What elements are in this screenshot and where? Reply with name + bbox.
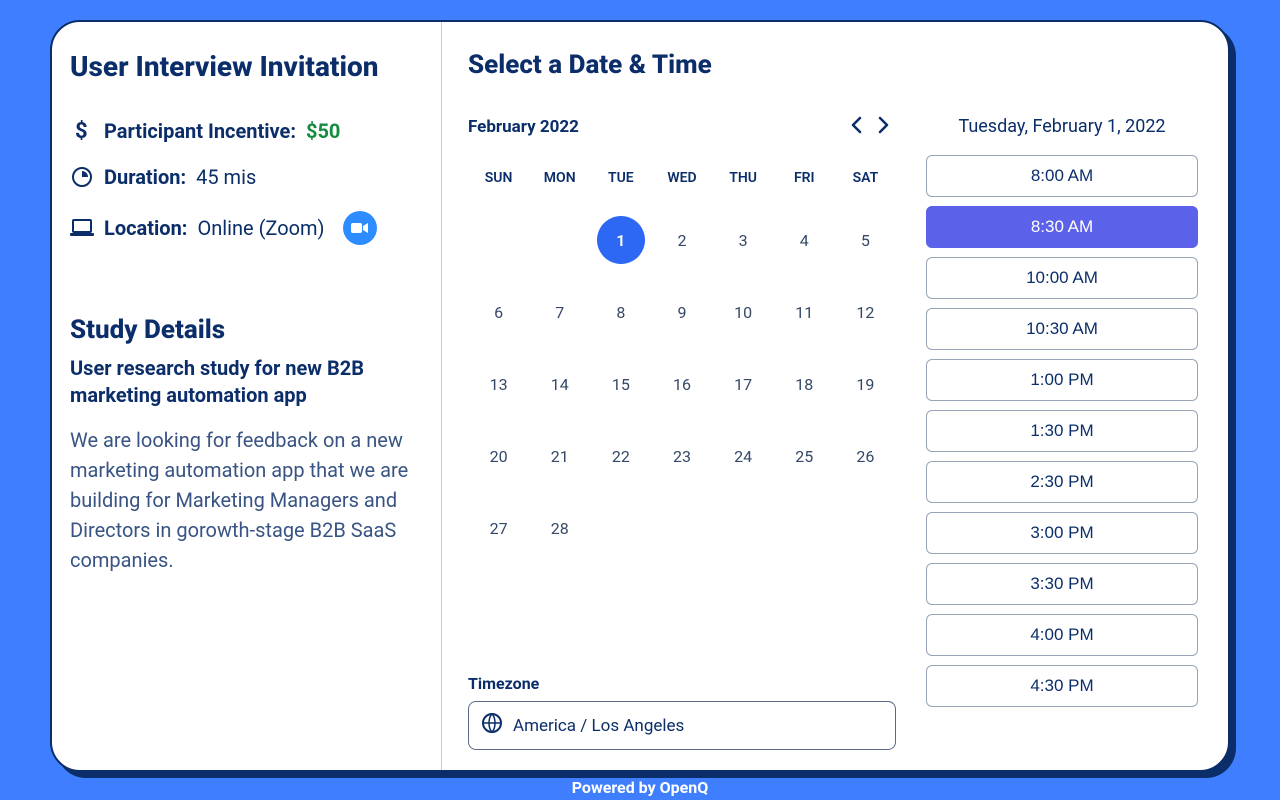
duration-row: Duration: 45 mis xyxy=(70,165,419,189)
calendar-dow: TUE xyxy=(590,162,651,204)
time-slot-button[interactable]: 10:30 AM xyxy=(926,308,1198,350)
duration-label: Duration: xyxy=(104,165,186,189)
calendar-day[interactable]: 21 xyxy=(529,420,590,492)
calendar-day[interactable]: 4 xyxy=(774,204,835,276)
calendar-day[interactable]: 26 xyxy=(835,420,896,492)
calendar-dow: SUN xyxy=(468,162,529,204)
calendar-day[interactable]: 7 xyxy=(529,276,590,348)
calendar-dow: MON xyxy=(529,162,590,204)
calendar-day[interactable]: 8 xyxy=(590,276,651,348)
calendar-day xyxy=(529,204,590,276)
calendar-column: February 2022 SUNMONTUEWEDTHUFRISAT12345… xyxy=(468,116,896,750)
month-label: February 2022 xyxy=(468,117,579,137)
timezone-label: Timezone xyxy=(468,674,896,693)
timezone-section: Timezone America / Los Angeles xyxy=(468,674,896,750)
booking-card: User Interview Invitation $ Participant … xyxy=(50,20,1230,772)
next-month-button[interactable] xyxy=(878,116,890,138)
timezone-select[interactable]: America / Los Angeles xyxy=(468,701,896,750)
calendar-day[interactable]: 19 xyxy=(835,348,896,420)
chevron-right-icon xyxy=(878,116,890,134)
globe-icon xyxy=(481,712,503,739)
study-description: We are looking for feedback on a new mar… xyxy=(70,425,419,575)
calendar-day[interactable]: 23 xyxy=(651,420,712,492)
location-label: Location: xyxy=(104,216,187,240)
times-column: Tuesday, February 1, 2022 8:00 AM 8:30 AM… xyxy=(926,116,1198,750)
incentive-value: $50 xyxy=(306,119,340,143)
time-slot-button[interactable]: 10:00 AM xyxy=(926,257,1198,299)
calendar-day[interactable]: 1 xyxy=(590,204,651,276)
times-list: 8:00 AM 8:30 AM 10:00 AM 10:30 AM 1:00 PM 1:3… xyxy=(926,155,1198,707)
calendar-day xyxy=(835,492,896,564)
calendar-dow: WED xyxy=(651,162,712,204)
time-slot-button[interactable]: 4:30 PM xyxy=(926,665,1198,707)
calendar-day[interactable]: 6 xyxy=(468,276,529,348)
timezone-value: America / Los Angeles xyxy=(513,716,684,736)
page-title: User Interview Invitation xyxy=(70,50,419,83)
calendar-day[interactable]: 14 xyxy=(529,348,590,420)
calendar-day xyxy=(651,492,712,564)
study-heading: Study Details xyxy=(70,315,419,345)
calendar-dow: SAT xyxy=(835,162,896,204)
calendar-day xyxy=(713,492,774,564)
calendar-day[interactable]: 16 xyxy=(651,348,712,420)
calendar-day xyxy=(590,492,651,564)
calendar-dow: FRI xyxy=(774,162,835,204)
calendar-day[interactable]: 11 xyxy=(774,276,835,348)
study-subtitle: User research study for new B2B marketin… xyxy=(70,355,419,409)
calendar-day[interactable]: 12 xyxy=(835,276,896,348)
calendar-grid: SUNMONTUEWEDTHUFRISAT1234567891011121314… xyxy=(468,162,896,564)
time-slot-button[interactable]: 1:00 PM xyxy=(926,359,1198,401)
time-slot-button[interactable]: 4:00 PM xyxy=(926,614,1198,656)
calendar-day[interactable]: 3 xyxy=(713,204,774,276)
calendar-dow: THU xyxy=(713,162,774,204)
duration-value: 45 mis xyxy=(196,165,256,189)
calendar-day[interactable]: 25 xyxy=(774,420,835,492)
prev-month-button[interactable] xyxy=(850,116,862,138)
calendar-day[interactable]: 10 xyxy=(713,276,774,348)
calendar-day[interactable]: 13 xyxy=(468,348,529,420)
selected-date-label: Tuesday, February 1, 2022 xyxy=(926,116,1198,137)
time-slot-button[interactable]: 8:30 AM xyxy=(926,206,1198,248)
time-slot-button[interactable]: 1:30 PM xyxy=(926,410,1198,452)
calendar-day[interactable]: 2 xyxy=(651,204,712,276)
laptop-icon xyxy=(70,219,94,237)
footer-credit: Powered by OpenQ xyxy=(50,778,1230,797)
study-panel: User Interview Invitation $ Participant … xyxy=(52,22,442,770)
location-row: Location: Online (Zoom) xyxy=(70,211,419,245)
dollar-icon: $ xyxy=(70,120,94,142)
incentive-label: Participant Incentive: xyxy=(104,119,296,143)
calendar-day xyxy=(468,204,529,276)
time-slot-button[interactable]: 3:00 PM xyxy=(926,512,1198,554)
schedule-panel: Select a Date & Time February 2022 SUNMO… xyxy=(442,22,1228,770)
location-value: Online (Zoom) xyxy=(197,216,324,240)
calendar-day[interactable]: 5 xyxy=(835,204,896,276)
chevron-left-icon xyxy=(850,116,862,134)
calendar-day[interactable]: 28 xyxy=(529,492,590,564)
study-details: Study Details User research study for ne… xyxy=(70,315,419,575)
clock-icon xyxy=(70,166,94,188)
calendar-day[interactable]: 17 xyxy=(713,348,774,420)
calendar-day[interactable]: 18 xyxy=(774,348,835,420)
calendar-day xyxy=(774,492,835,564)
calendar-day[interactable]: 9 xyxy=(651,276,712,348)
schedule-heading: Select a Date & Time xyxy=(468,50,1198,80)
calendar-day[interactable]: 15 xyxy=(590,348,651,420)
incentive-row: $ Participant Incentive: $50 xyxy=(70,119,419,143)
calendar-day[interactable]: 20 xyxy=(468,420,529,492)
calendar-day[interactable]: 27 xyxy=(468,492,529,564)
zoom-icon xyxy=(343,211,377,245)
calendar-day[interactable]: 22 xyxy=(590,420,651,492)
time-slot-button[interactable]: 2:30 PM xyxy=(926,461,1198,503)
time-slot-button[interactable]: 3:30 PM xyxy=(926,563,1198,605)
calendar-day[interactable]: 24 xyxy=(713,420,774,492)
time-slot-button[interactable]: 8:00 AM xyxy=(926,155,1198,197)
svg-text:$: $ xyxy=(75,120,88,142)
